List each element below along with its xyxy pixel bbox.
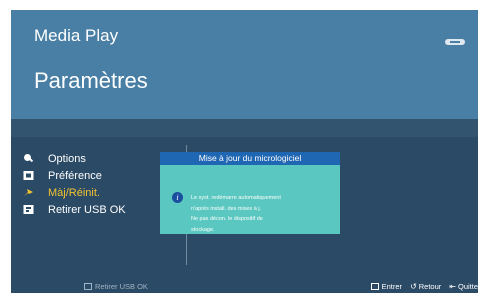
enter-key-icon xyxy=(370,283,379,290)
menu-item-label: Retirer USB OK xyxy=(48,203,126,216)
dialog-line: stockage. xyxy=(191,226,215,233)
update-arrow-icon xyxy=(24,189,33,196)
quit-label: Quitte xyxy=(457,282,478,291)
firmware-update-dialog: Mise à jour du micrologiciel i Le syst. … xyxy=(160,152,340,234)
usb-device-icon xyxy=(445,39,465,45)
tv-screen: Media Play Paramètres Options Préférence xyxy=(11,10,478,293)
exit-icon: ⇤ xyxy=(449,282,456,291)
header: Media Play Paramètres xyxy=(11,10,478,119)
gear-icon xyxy=(24,154,34,163)
menu-item-label: Màj/Réinit. xyxy=(48,186,100,199)
keyboard-icon xyxy=(84,283,92,290)
return-label: Retour xyxy=(418,282,442,291)
dialog-message: Le syst. redémarre automatiquement n'apr… xyxy=(191,193,281,235)
dialog-line: n'après install. des mises à j. xyxy=(191,205,262,212)
menu-item-label: Préférence xyxy=(48,169,102,182)
dialog-title: Mise à jour du micrologiciel xyxy=(160,152,340,165)
menu-item-update-reset[interactable]: Màj/Réinit. xyxy=(23,185,126,200)
menu-item-label: Options xyxy=(48,152,86,165)
page-title: Paramètres xyxy=(34,68,148,93)
footer-key-hints: Entrer ↺ Retour ⇤ Quitte xyxy=(363,282,478,291)
return-arrow-icon: ↺ xyxy=(410,282,417,291)
menu-item-preference[interactable]: Préférence xyxy=(23,168,126,183)
header-band xyxy=(11,119,478,137)
footer-usb-hint: Retirer USB OK xyxy=(84,282,148,291)
app-title: Media Play xyxy=(34,26,119,45)
dialog-line: Le syst. redémarre automatiquement xyxy=(191,195,281,201)
settings-box-icon xyxy=(23,171,34,180)
info-icon: i xyxy=(172,192,183,203)
quit-hint[interactable]: ⇤ Quitte xyxy=(449,282,478,291)
return-hint[interactable]: ↺ Retour xyxy=(410,282,441,291)
dialog-line: Ne pas décon. le dispositif de xyxy=(191,216,263,222)
footer-left-label: Retirer USB OK xyxy=(95,282,148,291)
footer-bar: Retirer USB OK Entrer ↺ Retour ⇤ Quitte xyxy=(11,280,478,293)
enter-label: Entrer xyxy=(381,282,403,291)
menu-item-remove-usb[interactable]: Retirer USB OK xyxy=(23,202,126,217)
enter-hint[interactable]: Entrer xyxy=(370,282,403,291)
usb-icon xyxy=(23,205,34,214)
menu-item-options[interactable]: Options xyxy=(23,151,126,166)
settings-menu: Options Préférence Màj/Réinit. Retirer U… xyxy=(23,151,126,219)
